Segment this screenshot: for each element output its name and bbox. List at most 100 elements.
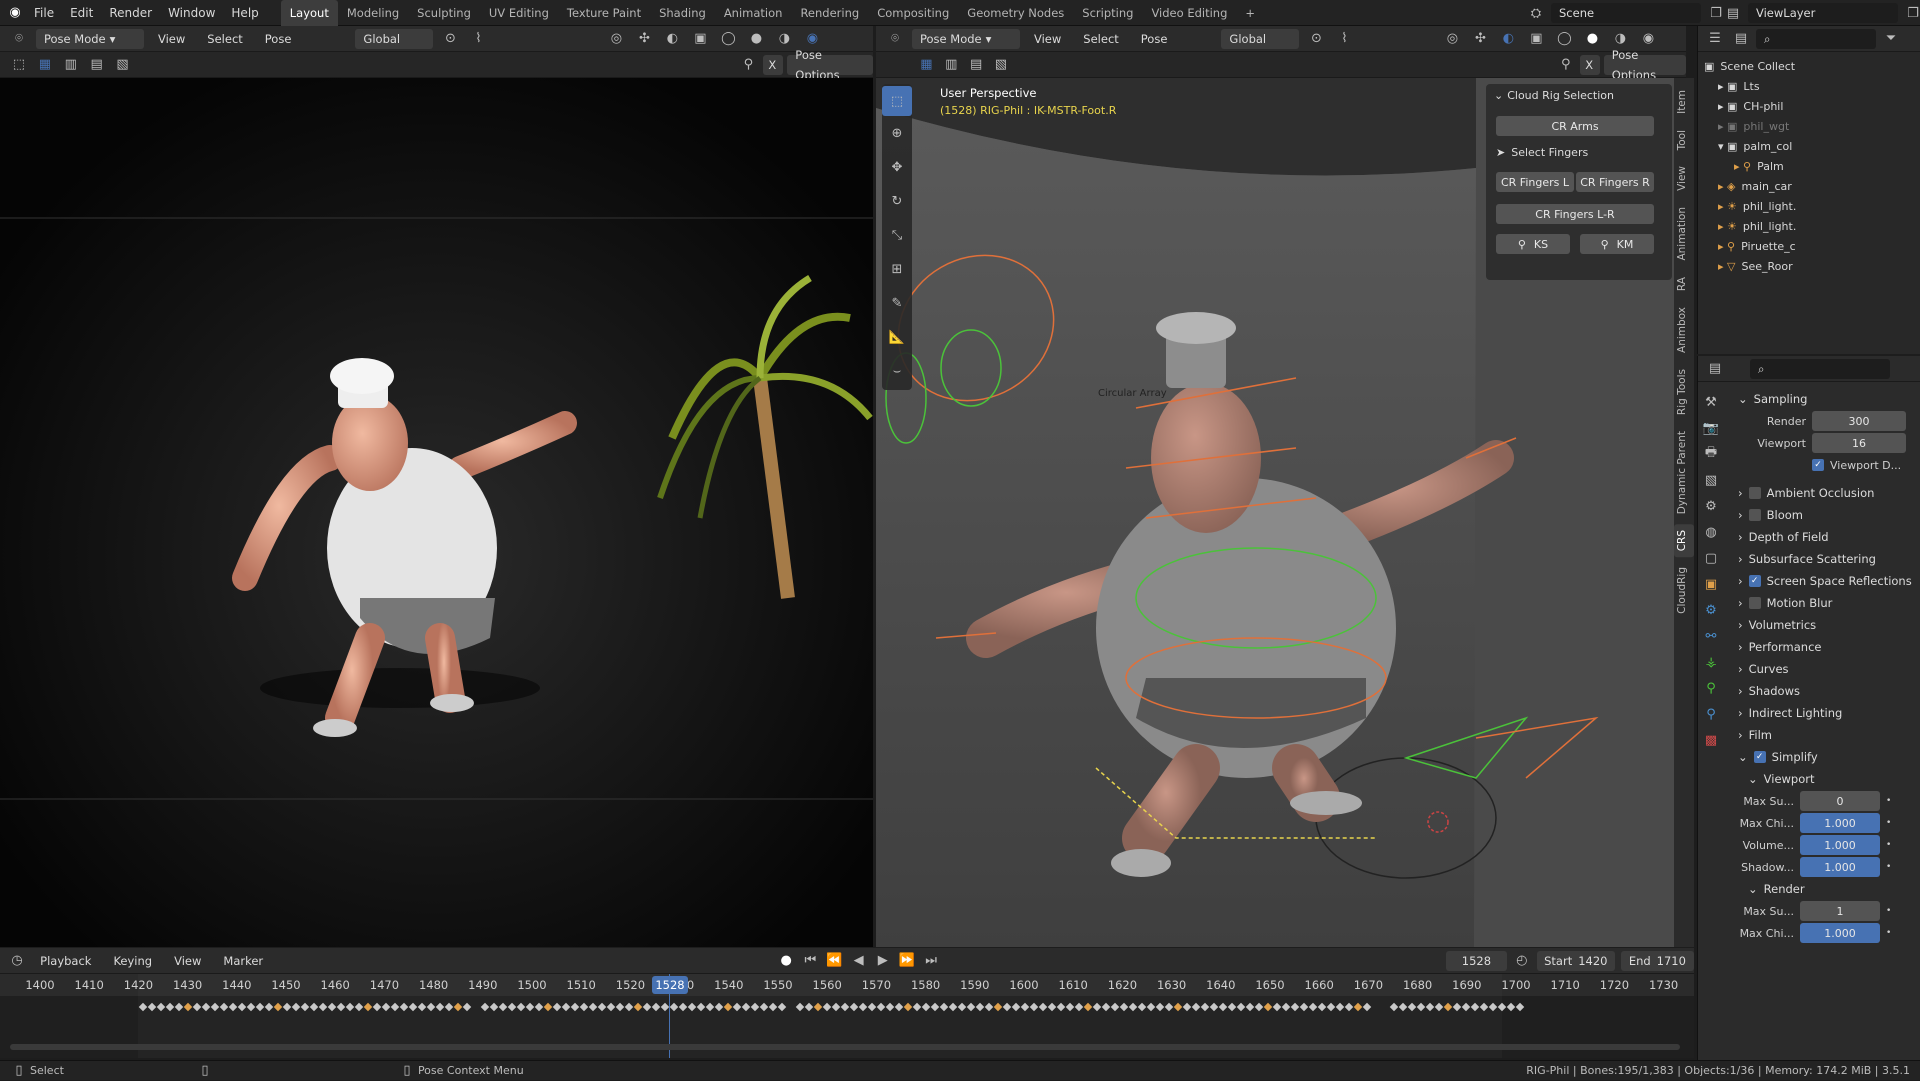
pose-symmetry-icon[interactable]: ⚲	[1555, 55, 1576, 75]
add-workspace-icon[interactable]: +	[1236, 0, 1264, 26]
outliner-item-phil-light-1[interactable]: ▸ ☀ phil_light.	[1704, 196, 1920, 216]
properties-search-input[interactable]: ⌕	[1750, 358, 1890, 379]
right-x-mirror-toggle[interactable]: X	[1580, 54, 1600, 75]
pivot-icon[interactable]: ⊙	[439, 29, 461, 49]
cr-fingers-lr-button[interactable]: CR Fingers L-R	[1496, 204, 1654, 224]
tab-sculpting[interactable]: Sculpting	[408, 0, 480, 26]
select-fingers-row[interactable]: ➤ Select Fingers	[1496, 142, 1654, 162]
cr-fingers-r-button[interactable]: CR Fingers R	[1576, 172, 1654, 192]
snap-icon[interactable]: ⌇	[467, 29, 489, 49]
overlay-icon[interactable]: ◐	[661, 29, 683, 49]
clock-icon[interactable]: ◴	[1513, 951, 1531, 971]
texture-tab-icon[interactable]: ▩	[1700, 730, 1722, 750]
section-motion-blur[interactable]: › Motion Blur	[1730, 592, 1916, 614]
section-volumetrics[interactable]: › Volumetrics	[1730, 614, 1916, 636]
play-icon[interactable]: ▶	[874, 951, 892, 971]
editor-type-icon[interactable]: ⌾	[8, 29, 30, 49]
tab-shading[interactable]: Shading	[650, 0, 715, 26]
xray-icon[interactable]: ▣	[1525, 29, 1547, 49]
left-orientation-dropdown[interactable]: Global	[355, 28, 434, 49]
keyframe-dot-icon[interactable]: •	[1886, 840, 1891, 850]
outliner-item-phil-wgt[interactable]: ▸ ▣ phil_wgt	[1704, 116, 1920, 136]
blender-logo-icon[interactable]: ◉	[4, 3, 26, 23]
select-subtract-icon[interactable]: ▤	[966, 55, 987, 75]
tab-view[interactable]: View	[1674, 160, 1694, 197]
bone-tab-icon[interactable]: ⚲	[1700, 704, 1722, 724]
menu-window[interactable]: Window	[160, 0, 223, 26]
select-extend-icon[interactable]: ▥	[60, 55, 82, 75]
menu-help[interactable]: Help	[223, 0, 266, 26]
particles-tab-icon[interactable]: ⚯	[1700, 626, 1722, 646]
tab-animation[interactable]: Animation	[715, 0, 792, 26]
keyframe-dot-icon[interactable]: •	[1886, 862, 1891, 872]
cursor-tool-icon[interactable]: ⊕	[882, 116, 912, 150]
scene-selector[interactable]: ⛭ Scene ❐	[1525, 3, 1727, 23]
end-frame-field[interactable]: End 1710	[1620, 950, 1694, 971]
keyframe-dot-icon[interactable]: •	[1886, 906, 1891, 916]
viewport-denoise-row[interactable]: ✓ Viewport D...	[1730, 454, 1916, 476]
tab-video-editing[interactable]: Video Editing	[1142, 0, 1236, 26]
outliner-scene-collection[interactable]: ▣ Scene Collect	[1704, 56, 1920, 76]
section-film[interactable]: › Film	[1730, 724, 1916, 746]
tool-cursor-icon[interactable]: ⬚	[8, 55, 30, 75]
outliner-search-input[interactable]: ⌕	[1756, 28, 1876, 49]
select-box-mode-icon[interactable]: ▦	[34, 55, 56, 75]
rotate-tool-icon[interactable]: ↻	[882, 184, 912, 218]
section-depth-of-field[interactable]: › Depth of Field	[1730, 526, 1916, 548]
current-frame-field[interactable]: 1528	[1446, 950, 1507, 971]
section-shadows[interactable]: › Shadows	[1730, 680, 1916, 702]
checkbox-icon[interactable]	[1748, 487, 1761, 499]
view-layer-tab-icon[interactable]: ▧	[1700, 470, 1722, 490]
outliner-editor-icon[interactable]: ☰	[1704, 29, 1726, 49]
tab-dynamic-parent[interactable]: Dynamic Parent	[1674, 425, 1694, 520]
vp-volume-field[interactable]: 1.000	[1800, 835, 1880, 855]
ks-button[interactable]: ⚲ KS	[1496, 234, 1570, 254]
material-shading-icon[interactable]: ◑	[773, 29, 795, 49]
keyframe-dot-icon[interactable]: •	[1886, 818, 1891, 828]
view-visibility-icon[interactable]: ◎	[605, 29, 627, 49]
section-subsurface-scattering[interactable]: › Subsurface Scattering	[1730, 548, 1916, 570]
tab-uv-editing[interactable]: UV Editing	[480, 0, 558, 26]
left-pose-options-dropdown[interactable]: Pose Options	[787, 48, 873, 82]
tab-scripting[interactable]: Scripting	[1073, 0, 1142, 26]
jump-end-icon[interactable]: ⏭	[922, 951, 940, 971]
annotate-tool-icon[interactable]: ✎	[882, 286, 912, 320]
gizmo-icon[interactable]: ✣	[633, 29, 655, 49]
right-mode-dropdown[interactable]: Pose Mode ▾	[912, 28, 1020, 49]
display-mode-icon[interactable]: ▤	[1730, 29, 1752, 49]
pivot-icon[interactable]: ⊙	[1305, 29, 1327, 49]
outliner-item-see-roor[interactable]: ▸ ▽ See_Roor	[1704, 256, 1920, 276]
tab-crs[interactable]: CRS	[1674, 524, 1694, 558]
vp-max-child-field[interactable]: 1.000	[1800, 813, 1880, 833]
left-x-mirror-toggle[interactable]: X	[763, 54, 784, 75]
view-layer-selector[interactable]: ▤ ViewLayer ❐	[1722, 3, 1920, 23]
move-tool-icon[interactable]: ✥	[882, 150, 912, 184]
scale-tool-icon[interactable]: ⤡	[882, 218, 912, 252]
keyframe-dot-icon[interactable]: •	[1886, 928, 1891, 938]
section-indirect-lighting[interactable]: › Indirect Lighting	[1730, 702, 1916, 724]
timeline-menu-view[interactable]: View	[166, 951, 209, 971]
subsection-viewport[interactable]: ⌄ Viewport	[1730, 768, 1916, 790]
menu-file[interactable]: File	[26, 0, 62, 26]
timeline-scrollbar[interactable]	[10, 1044, 1680, 1050]
wireframe-shading-icon[interactable]: ◯	[1553, 29, 1575, 49]
tool-tab-icon[interactable]: ⚒	[1700, 392, 1722, 412]
scene-name-field[interactable]: Scene	[1551, 3, 1701, 23]
tab-layout[interactable]: Layout	[280, 0, 338, 26]
left-menu-view[interactable]: View	[150, 29, 193, 49]
section-screen-space-reflections[interactable]: › ✓ Screen Space Reflections	[1730, 570, 1916, 592]
transform-tool-icon[interactable]: ⊞	[882, 252, 912, 286]
subsection-render[interactable]: ⌄ Render	[1730, 878, 1916, 900]
section-ambient-occlusion[interactable]: › Ambient Occlusion	[1730, 482, 1916, 504]
select-extend-icon[interactable]: ▥	[941, 55, 962, 75]
tab-geometry-nodes[interactable]: Geometry Nodes	[958, 0, 1073, 26]
physics-tab-icon[interactable]: ⚶	[1700, 652, 1722, 672]
right-viewport[interactable]: Circular Array User Perspective (1528) R…	[876, 78, 1674, 947]
section-simplify[interactable]: ⌄ ✓ Simplify	[1730, 746, 1916, 768]
left-menu-pose[interactable]: Pose	[257, 29, 300, 49]
select-subtract-icon[interactable]: ▤	[86, 55, 108, 75]
select-box-mode-icon[interactable]: ▦	[916, 55, 937, 75]
km-button[interactable]: ⚲ KM	[1580, 234, 1654, 254]
tab-compositing[interactable]: Compositing	[868, 0, 958, 26]
menu-render[interactable]: Render	[101, 0, 160, 26]
